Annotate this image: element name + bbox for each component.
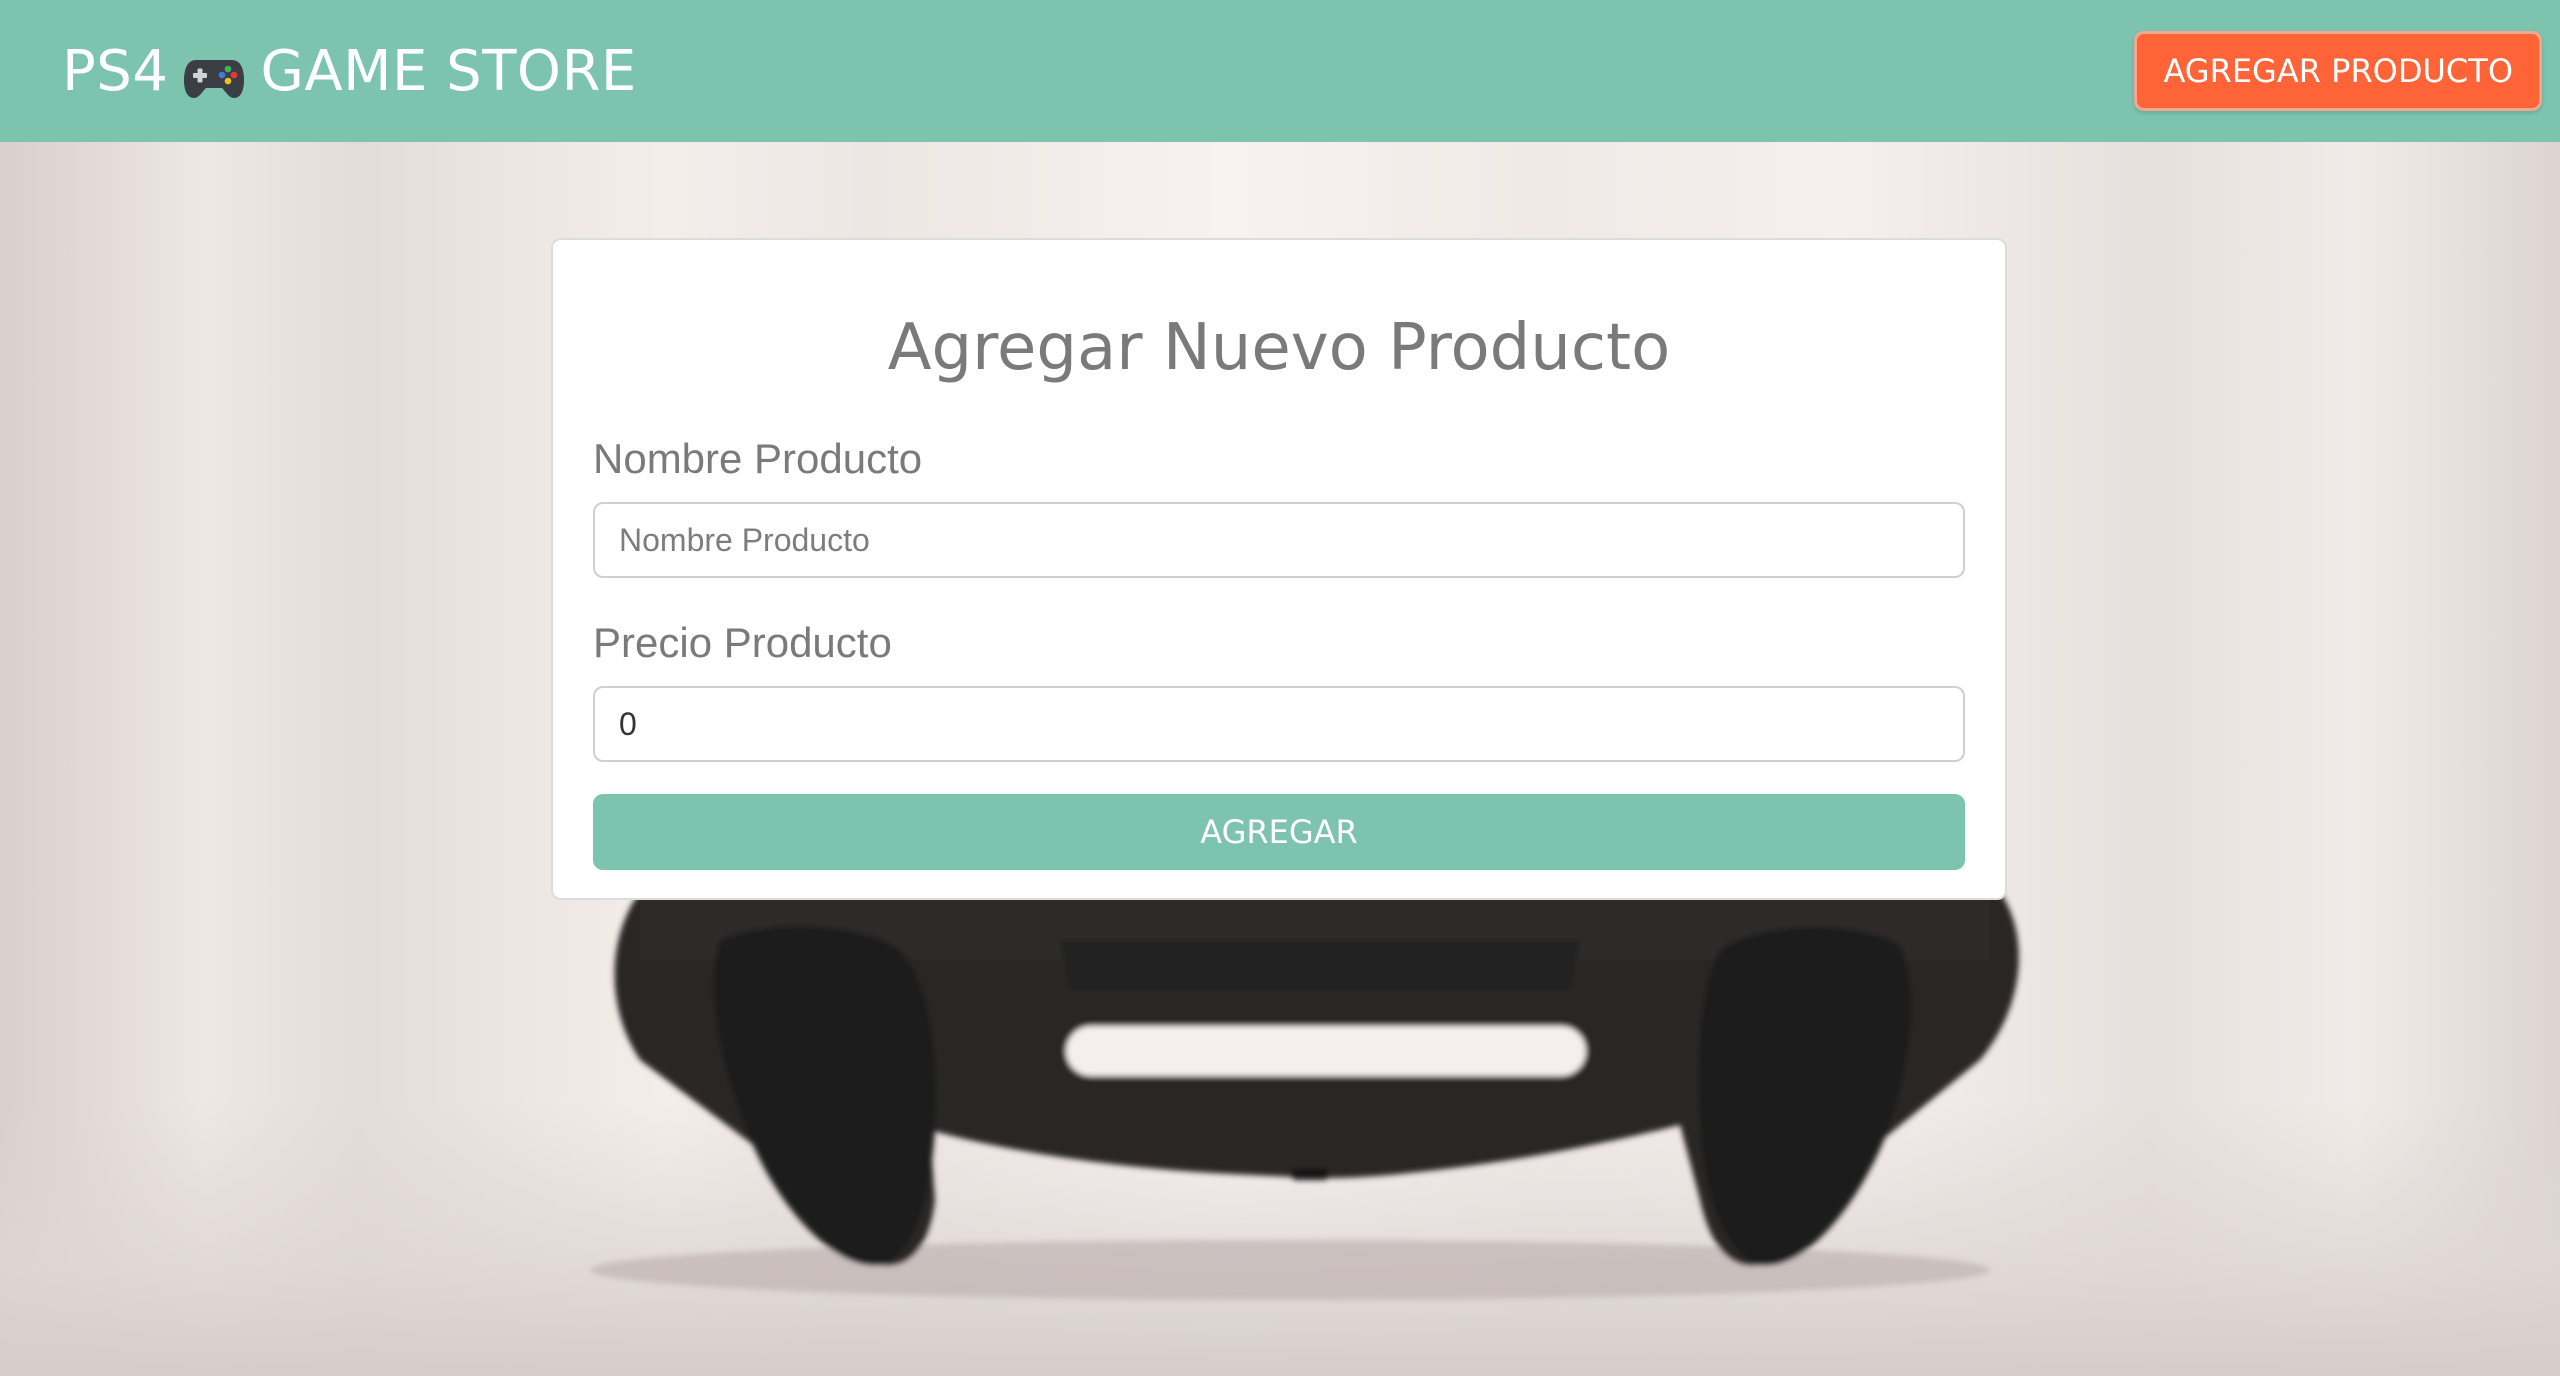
navbar: PS4 GAME STORE AGREGAR PRODUCTO bbox=[0, 0, 2560, 142]
name-field-label: Nombre Producto bbox=[593, 435, 923, 482]
gamepad-icon bbox=[182, 49, 246, 98]
add-product-button[interactable]: AGREGAR PRODUCTO bbox=[2134, 31, 2542, 111]
price-field-group: Precio Producto bbox=[593, 622, 1965, 762]
submit-button[interactable]: AGREGAR bbox=[593, 794, 1965, 870]
form-title: Agregar Nuevo Producto bbox=[887, 311, 1671, 385]
brand-prefix: PS4 bbox=[62, 38, 169, 104]
add-product-form-card: Agregar Nuevo Producto Nombre Producto P… bbox=[551, 238, 2007, 900]
product-name-input[interactable] bbox=[593, 502, 1965, 578]
price-field-label: Precio Producto bbox=[593, 619, 892, 666]
brand-suffix: GAME STORE bbox=[260, 38, 637, 104]
name-field-group: Nombre Producto bbox=[593, 438, 1965, 578]
brand[interactable]: PS4 GAME STORE bbox=[62, 39, 637, 104]
product-price-input[interactable] bbox=[593, 686, 1965, 762]
